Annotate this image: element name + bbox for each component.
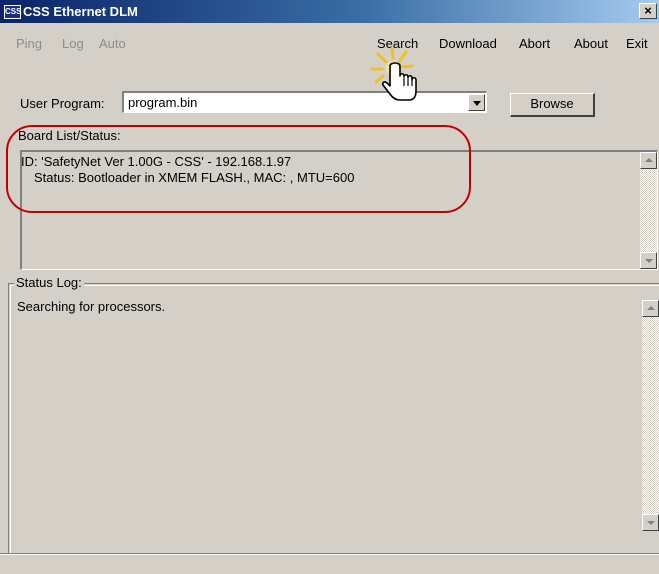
status-log-line: Searching for processors. (17, 299, 166, 314)
scroll-down-icon[interactable] (640, 252, 657, 269)
menu-download[interactable]: Download (439, 36, 497, 51)
highlight-ellipse (6, 125, 471, 213)
menu-about[interactable]: About (574, 36, 608, 51)
status-log-label: Status Log: (14, 275, 84, 290)
hand-pointer-icon (366, 44, 428, 106)
browse-button[interactable]: Browse (510, 93, 595, 117)
board-list-scrollbar[interactable] (640, 152, 657, 269)
status-log-scrollbar[interactable] (642, 300, 659, 531)
menu-auto: Auto (99, 36, 126, 51)
status-log[interactable]: Searching for processors. (14, 296, 659, 549)
menu-log: Log (62, 36, 84, 51)
scroll-down-icon[interactable] (642, 514, 659, 531)
title-bar: CSS CSS Ethernet DLM × (0, 0, 659, 23)
scroll-up-icon[interactable] (640, 152, 657, 169)
scroll-up-icon[interactable] (642, 300, 659, 317)
app-icon: CSS (4, 5, 21, 19)
window-title: CSS Ethernet DLM (23, 4, 138, 19)
menu-abort[interactable]: Abort (519, 36, 550, 51)
close-button[interactable]: × (639, 3, 657, 19)
user-program-label: User Program: (20, 96, 105, 111)
click-burst-icon (370, 46, 417, 101)
status-bar-divider (0, 553, 659, 555)
menu-ping: Ping (16, 36, 43, 51)
user-program-value: program.bin (128, 95, 198, 110)
user-program-select[interactable]: program.bin (122, 91, 487, 113)
menu-exit[interactable]: Exit (626, 36, 648, 51)
dropdown-arrow-icon[interactable] (468, 94, 485, 111)
app-window: CSS CSS Ethernet DLM × Ping Log Auto Sea… (0, 0, 659, 574)
